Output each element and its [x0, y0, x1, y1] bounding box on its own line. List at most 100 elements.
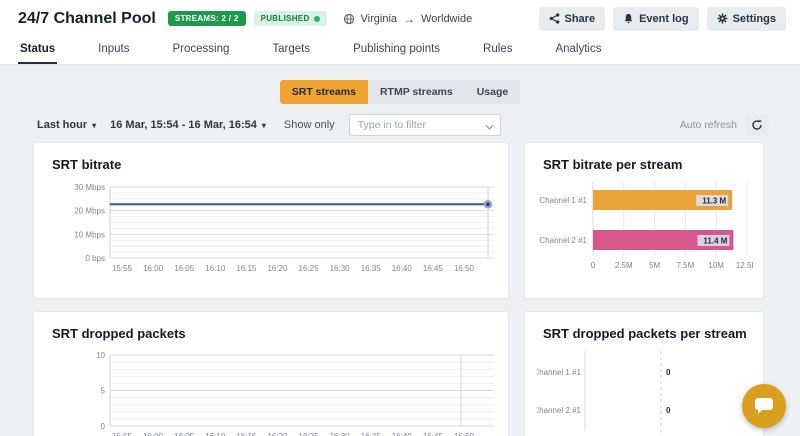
chat-bubble-icon: [753, 396, 775, 416]
svg-text:5M: 5M: [649, 261, 660, 270]
svg-text:11.4 M: 11.4 M: [703, 237, 727, 246]
date-range-value: 16 Mar, 15:54 - 16 Mar, 16:54: [110, 119, 257, 131]
refresh-button[interactable]: [745, 114, 769, 136]
chart-title-srt-dropped-packets-per-stream: SRT dropped packets per stream: [543, 326, 751, 341]
chevron-down-icon: ▾: [92, 121, 96, 130]
svg-text:11.3 M: 11.3 M: [702, 197, 726, 206]
svg-text:16:45: 16:45: [423, 432, 444, 436]
event-log-button-label: Event log: [639, 13, 689, 25]
chart-title-srt-dropped-packets: SRT dropped packets: [52, 326, 496, 341]
toggle-usage[interactable]: Usage: [465, 80, 521, 104]
stream-filter-input[interactable]: [349, 114, 501, 136]
svg-text:30 Mbps: 30 Mbps: [74, 183, 105, 192]
tab-processing[interactable]: Processing: [170, 37, 231, 64]
svg-text:16:25: 16:25: [299, 264, 320, 273]
date-range-picker[interactable]: 16 Mar, 15:54 - 16 Mar, 16:54 ▾: [110, 119, 266, 131]
destination-label: Worldwide: [421, 13, 472, 25]
streams-badge: STREAMS: 2 / 2: [168, 11, 246, 26]
stream-type-toggle-row: SRT streamsRTMP streamsUsage: [0, 80, 800, 104]
page-title: 24/7 Channel Pool: [18, 10, 156, 28]
tab-publishing-points[interactable]: Publishing points: [351, 37, 442, 64]
card-srt-bitrate: SRT bitrate 30 Mbps 20 Mbps 10 Mbps 0 bps 15…: [33, 142, 509, 299]
chart-title-srt-bitrate: SRT bitrate: [52, 157, 496, 172]
chart-title-srt-bitrate-per-stream: SRT bitrate per stream: [543, 157, 751, 172]
svg-text:16:20: 16:20: [267, 264, 288, 273]
stream-route: Virginia → Worldwide: [343, 12, 473, 26]
svg-text:Channel 1 #1: Channel 1 #1: [537, 368, 582, 377]
svg-text:Channel 2 #1: Channel 2 #1: [539, 236, 587, 245]
card-srt-bitrate-per-stream: SRT bitrate per stream 02.5M5M7.5M10M12.…: [524, 142, 764, 299]
svg-text:0: 0: [666, 368, 671, 377]
toggle-srt-streams[interactable]: SRT streams: [280, 80, 368, 104]
published-status-dot: [314, 16, 320, 22]
settings-button[interactable]: Settings: [707, 7, 786, 31]
settings-button-label: Settings: [733, 13, 776, 25]
chat-widget-button[interactable]: [742, 384, 786, 428]
show-only-label: Show only: [284, 119, 335, 131]
srt-bitrate-per-stream-chart[interactable]: 02.5M5M7.5M10M12.5MChannel 1 #111.3 MCha…: [537, 182, 751, 281]
svg-text:0: 0: [666, 406, 671, 415]
published-badge: PUBLISHED: [254, 11, 327, 26]
svg-text:10 Mbps: 10 Mbps: [74, 230, 105, 239]
stream-type-segmented-control: SRT streamsRTMP streamsUsage: [280, 80, 520, 104]
svg-text:0: 0: [101, 422, 106, 431]
svg-text:20 Mbps: 20 Mbps: [74, 207, 105, 216]
svg-text:15:55: 15:55: [112, 264, 133, 273]
svg-text:Channel 2 #1: Channel 2 #1: [537, 406, 582, 415]
svg-text:16:00: 16:00: [143, 432, 164, 436]
route-arrow-icon: →: [403, 12, 415, 26]
svg-text:16:05: 16:05: [174, 264, 195, 273]
time-range-value: Last hour: [37, 119, 87, 131]
bell-icon: [623, 13, 634, 24]
srt-dropped-packets-per-stream-chart[interactable]: Channel 1 #10Channel 2 #100: [537, 351, 751, 436]
page-header: 24/7 Channel Pool STREAMS: 2 / 2 PUBLISH…: [0, 0, 800, 37]
svg-text:16:35: 16:35: [361, 264, 382, 273]
svg-text:0: 0: [591, 261, 596, 270]
chevron-down-icon: ▾: [262, 121, 266, 130]
share-icon: [549, 13, 560, 24]
svg-text:16:40: 16:40: [392, 264, 413, 273]
srt-bitrate-chart[interactable]: 30 Mbps 20 Mbps 10 Mbps 0 bps 15:55 16:00 16:0…: [46, 182, 496, 289]
tab-rules[interactable]: Rules: [481, 37, 514, 64]
svg-text:16:25: 16:25: [299, 432, 320, 436]
svg-text:15:55: 15:55: [112, 432, 133, 436]
gear-icon: [717, 13, 728, 24]
svg-text:16:05: 16:05: [174, 432, 195, 436]
svg-text:16:30: 16:30: [330, 264, 351, 273]
toggle-rtmp-streams[interactable]: RTMP streams: [368, 80, 465, 104]
svg-text:7.5M: 7.5M: [677, 261, 695, 270]
tab-targets[interactable]: Targets: [270, 37, 312, 64]
svg-text:5: 5: [101, 387, 106, 396]
published-badge-label: PUBLISHED: [261, 14, 310, 23]
refresh-icon: [751, 119, 763, 131]
section-tabbar: Status Inputs Processing Targets Publishing …: [0, 37, 800, 65]
tab-analytics[interactable]: Analytics: [553, 37, 603, 64]
svg-text:16:35: 16:35: [361, 432, 382, 436]
svg-text:16:20: 16:20: [267, 432, 288, 436]
svg-text:16:40: 16:40: [392, 432, 413, 436]
card-srt-dropped-packets: SRT dropped packets 10 5 0 15:55 16:00 16:05 1…: [33, 311, 509, 436]
srt-dropped-packets-chart[interactable]: 105015:5516:0016:0516:1016:1516:2016:251…: [46, 351, 496, 436]
filter-row: Last hour ▾ 16 Mar, 15:54 - 16 Mar, 16:5…: [37, 114, 769, 136]
svg-text:16:50: 16:50: [454, 264, 475, 273]
charts-grid: SRT bitrate 30 Mbps 20 Mbps 10 Mbps 0 bps 15…: [0, 136, 800, 436]
stream-filter-select[interactable]: [349, 114, 501, 136]
region-label: Virginia: [361, 13, 398, 25]
card-srt-dropped-packets-per-stream: SRT dropped packets per stream Channel 1…: [524, 311, 764, 436]
svg-text:Channel 1 #1: Channel 1 #1: [539, 196, 587, 205]
svg-text:0 bps: 0 bps: [85, 254, 105, 263]
time-range-dropdown[interactable]: Last hour ▾: [37, 119, 96, 131]
svg-text:16:50: 16:50: [454, 432, 475, 436]
svg-text:16:10: 16:10: [205, 432, 226, 436]
svg-text:16:00: 16:00: [143, 264, 164, 273]
event-log-button[interactable]: Event log: [613, 7, 699, 31]
share-button[interactable]: Share: [539, 7, 606, 31]
auto-refresh-group: Auto refresh: [680, 114, 769, 136]
svg-text:10M: 10M: [708, 261, 724, 270]
svg-text:16:45: 16:45: [423, 264, 444, 273]
tab-inputs[interactable]: Inputs: [96, 37, 131, 64]
globe-icon: [343, 13, 355, 25]
svg-text:16:30: 16:30: [330, 432, 351, 436]
svg-text:10: 10: [96, 351, 105, 360]
tab-status[interactable]: Status: [18, 37, 57, 64]
